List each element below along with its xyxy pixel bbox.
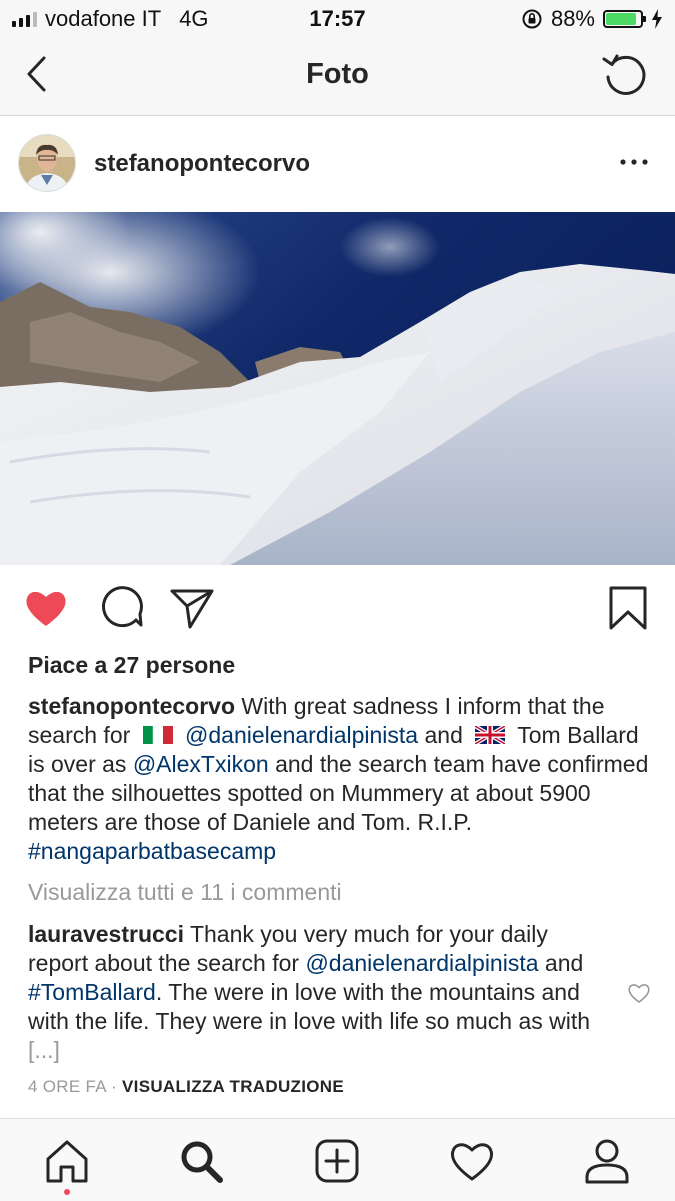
- meta-separator: ·: [111, 1077, 117, 1096]
- caption-text-2: and: [424, 722, 463, 748]
- activity-heart-icon[interactable]: [448, 1137, 496, 1185]
- comment-username[interactable]: lauravestrucci: [28, 921, 184, 947]
- add-post-icon[interactable]: [313, 1137, 361, 1185]
- post-username[interactable]: stefanopontecorvo: [94, 150, 310, 178]
- translate-link[interactable]: VISUALIZZA TRADUZIONE: [122, 1077, 344, 1096]
- comment-hashtag[interactable]: #TomBallard: [28, 979, 156, 1005]
- home-icon[interactable]: [43, 1137, 91, 1185]
- italy-flag-icon: [142, 725, 173, 744]
- page-title: Foto: [306, 58, 369, 90]
- refresh-icon[interactable]: [601, 50, 649, 98]
- battery-icon: [603, 10, 646, 28]
- battery-fill: [606, 13, 636, 25]
- caption-mention-1[interactable]: @danielenardialpinista: [185, 722, 418, 748]
- comment-mention[interactable]: @danielenardialpinista: [305, 950, 538, 976]
- share-icon[interactable]: [168, 584, 216, 632]
- profile-icon[interactable]: [583, 1137, 631, 1185]
- post-time: 4 ORE FA: [28, 1077, 106, 1096]
- heart-icon[interactable]: [22, 584, 70, 632]
- comment-text-2: and: [544, 950, 584, 976]
- post-actions: [0, 570, 675, 650]
- caption-hashtag[interactable]: #nangaparbatbasecamp: [28, 838, 276, 864]
- tab-bar: [0, 1118, 675, 1201]
- post-meta: 4 ORE FA · VISUALIZZA TRADUZIONE: [28, 1077, 344, 1097]
- battery-percent: 88%: [550, 6, 595, 31]
- uk-flag-icon: [475, 725, 506, 744]
- home-active-dot: [64, 1189, 70, 1195]
- likes-count[interactable]: Piace a 27 persone: [28, 652, 235, 679]
- mountain-photo: [0, 212, 675, 565]
- more-options-icon[interactable]: [619, 152, 649, 172]
- comment-icon[interactable]: [96, 584, 144, 632]
- nav-bar: Foto: [0, 38, 675, 116]
- caption-mention-2[interactable]: @AlexTxikon: [133, 751, 269, 777]
- search-icon[interactable]: [177, 1137, 225, 1185]
- comment-like-heart-icon[interactable]: [627, 981, 651, 1005]
- post-header: stefanopontecorvo: [0, 116, 675, 212]
- comment-more-link[interactable]: [...]: [28, 1037, 60, 1063]
- view-all-comments-link[interactable]: Visualizza tutti e 11 i commenti: [28, 879, 342, 906]
- avatar[interactable]: [18, 134, 76, 192]
- caption-username[interactable]: stefanopontecorvo: [28, 693, 235, 719]
- post-caption: stefanopontecorvo With great sadness I i…: [28, 692, 653, 866]
- status-right: 88%: [521, 6, 663, 32]
- post-photo[interactable]: [0, 212, 675, 565]
- status-bar: vodafone IT 4G 17:57 88%: [0, 0, 675, 38]
- charging-bolt-icon: [652, 9, 662, 29]
- orientation-lock-icon: [522, 9, 542, 29]
- comment: lauravestrucci Thank you very much for y…: [28, 920, 608, 1065]
- bookmark-icon[interactable]: [604, 584, 652, 632]
